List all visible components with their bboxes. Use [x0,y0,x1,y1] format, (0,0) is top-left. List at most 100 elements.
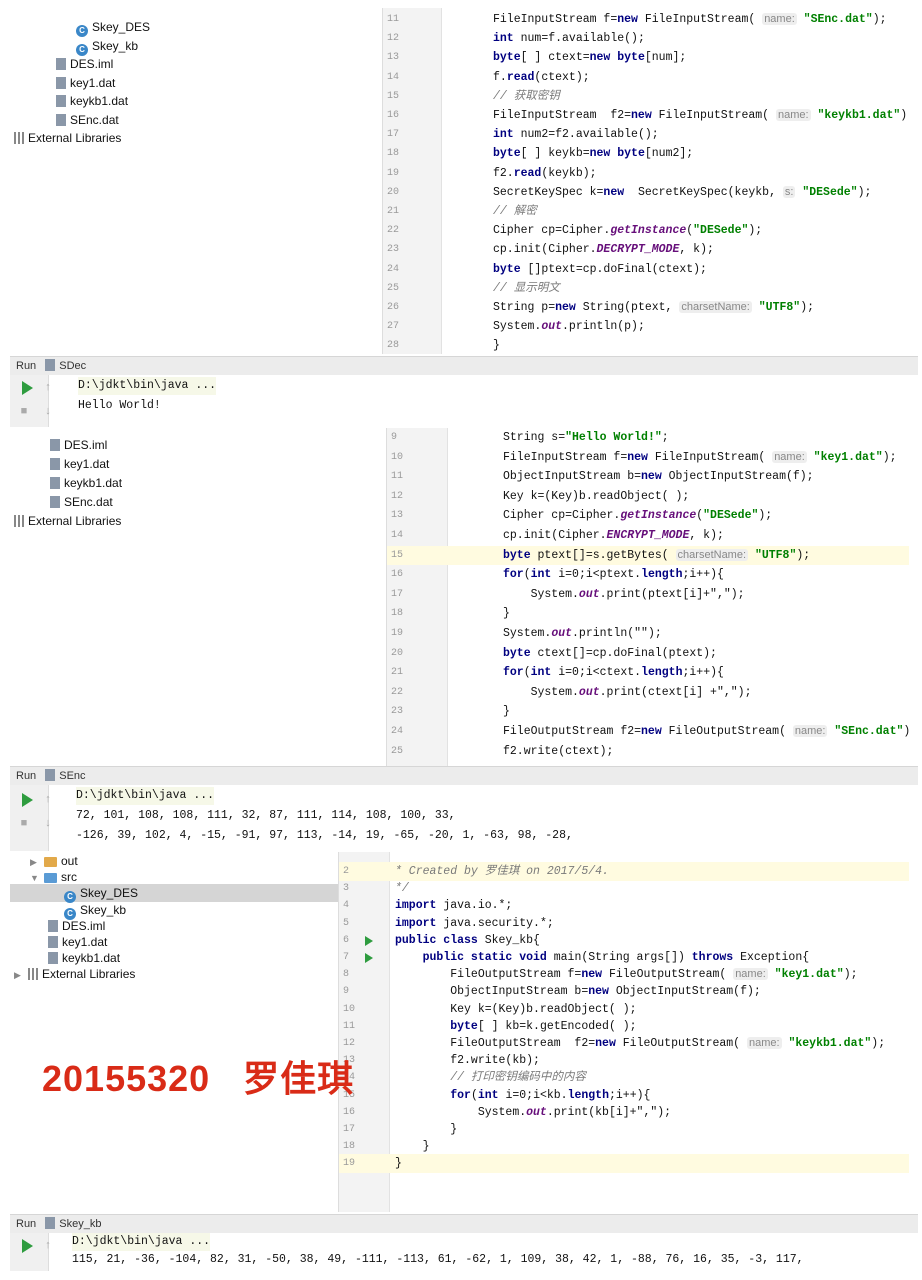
up-arrow-icon[interactable]: ↑ [42,381,54,393]
line-number: 3 [343,883,350,895]
tree-item[interactable]: keykb1.dat [50,474,122,492]
expand-arrow-icon[interactable]: ▶ [14,966,24,984]
code-line[interactable]: 18} [387,604,909,623]
code-line[interactable]: 16 for(int i=0;i<ptext.length;i++){ [387,565,909,584]
code-line[interactable]: 20 SecretKeySpec k=new SecretKeySpec(keyk… [383,183,909,202]
code-token: FileInputStream f= [493,13,618,26]
code-line[interactable]: 11 ObjectInputStream b=new ObjectInputStr… [387,467,909,486]
code-line[interactable]: 2 * Created by 罗佳琪 on 2017/5/4. [339,862,909,881]
tree-item[interactable]: C Skey_kb [76,37,138,56]
code-line[interactable]: 14 f.read(ctext); [383,68,909,87]
code-editor-skey-kb[interactable]: 2 * Created by 罗佳琪 on 2017/5/4. 3 */ 4 import… [338,852,909,1212]
code-line[interactable]: 14 cp.init(Cipher.ENCRYPT_MODE, k); [387,526,909,545]
code-line[interactable]: 21 // 解密 [383,202,909,221]
line-number: 13 [391,510,404,522]
code-line[interactable]: 13 f2.write(kb); [339,1051,909,1070]
tree-item[interactable]: External Libraries [14,129,121,147]
tree-item[interactable]: key1.dat [50,455,109,473]
code-line[interactable]: 8 FileOutputStream f=new FileOutputStrea… [339,965,909,984]
code-line[interactable]: 12 FileOutputStream f2=new FileOutputStr… [339,1034,909,1053]
code-token: "DESede" [703,509,759,523]
code-line[interactable]: 18 byte[ ] keykb=new byte[num2]; [383,144,909,163]
tree-item[interactable]: SEnc.dat [50,493,113,511]
code-line[interactable]: 7 public static void main(String args[])… [339,948,909,967]
down-arrow-icon[interactable]: ↓ [42,405,54,417]
code-line[interactable]: 12 Key k=(Key)b.readObject( ); [387,487,909,506]
tree-item[interactable]: DES.iml [56,55,113,73]
code-editor-sdec[interactable]: 11 FileInputStream f=new FileInputStream(… [382,8,909,354]
code-line[interactable]: 19} [339,1154,909,1174]
code-line[interactable]: 11 FileInputStream f=new FileInputStream(… [383,10,909,29]
up-arrow-icon[interactable]: ↑ [42,793,54,805]
code-line[interactable]: 9 ObjectInputStream b=new ObjectInputStr… [339,982,909,1001]
tree-item[interactable]: keykb1.dat [56,92,128,110]
code-token: new [588,985,609,999]
code-line[interactable]: 23 cp.init(Cipher.DECRYPT_MODE, k); [383,240,909,259]
stop-icon[interactable]: ■ [18,817,30,829]
code-line[interactable]: 9 String s="Hello World!"; [387,428,909,447]
code-line[interactable]: 15 byte ptext[]=s.getBytes( charsetName: … [387,545,909,565]
code-line[interactable]: 22 Cipher cp=Cipher.getInstance("DESede")… [383,221,909,240]
tree-item[interactable]: key1.dat [56,74,115,92]
rerun-icon[interactable] [22,793,33,807]
code-token: ); [882,450,897,464]
code-line[interactable]: 20 byte ctext[]=cp.doFinal(ptext); [387,644,909,663]
tree-item[interactable]: C Skey_DES [76,18,150,37]
code-line[interactable]: 11 byte[ ] kb=k.getEncoded( ); [339,1017,909,1036]
stop-icon[interactable]: ■ [18,405,30,417]
code-line[interactable]: 17 int num2=f2.available(); [383,125,909,144]
code-line[interactable]: 19 f2.read(keykb); [383,164,909,183]
code-line[interactable]: 25 // 显示明文 [383,279,909,298]
code-line[interactable]: 5 import java.security.*; [339,914,909,933]
line-number: 24 [391,726,404,737]
code-token: System. [493,320,542,334]
code-line[interactable]: 17 System.out.print(ptext[i]+","); [387,585,909,604]
file-icon [56,113,66,126]
run-gutter-icon[interactable] [365,953,373,963]
code-line[interactable]: 21 for(int i=0;i<ctext.length;i++){ [387,663,909,682]
run-tab-sdec[interactable]: SDec [45,357,86,375]
console-command: D:\jdkt\bin\java ... [76,787,215,805]
down-arrow-icon[interactable]: ↓ [42,817,54,829]
code-line[interactable]: 26 String p=new String(ptext, charsetName… [383,298,909,317]
code-line[interactable]: 4 import java.io.*; [339,896,909,915]
code-line[interactable]: 22 System.out.print(ctext[i] +","); [387,683,909,702]
code-line[interactable]: 16 FileInputStream f2=new FileInputStream… [383,106,909,125]
tree-item[interactable]: ▶ External Libraries [14,965,135,983]
code-line[interactable]: 28} [383,336,909,354]
rerun-icon[interactable] [22,381,33,395]
code-line[interactable]: 16 System.out.print(kb[i]+","); [339,1103,909,1122]
code-line[interactable]: 3 */ [339,879,909,898]
tree-item[interactable]: SEnc.dat [56,111,119,129]
tree-item[interactable]: External Libraries [14,512,121,530]
code-line[interactable]: 10 Key k=(Key)b.readObject( ); [339,1000,909,1019]
up-arrow-icon[interactable]: ↑ [42,1239,54,1251]
code-editor-senc[interactable]: 9 String s="Hello World!"; 10 FileInputStre… [386,428,909,766]
run-gutter-icon[interactable] [365,935,373,946]
code-line[interactable]: 15 // 获取密钥 [383,87,909,106]
code-line[interactable]: 18 } [339,1137,909,1156]
code-line[interactable]: 19 System.out.println(""); [387,624,909,643]
code-line[interactable]: 6 public class Skey_kb{ [339,931,909,950]
code-line[interactable]: 14 // 打印密钥编码中的内容 [339,1068,909,1087]
code-line[interactable]: 23} [387,702,909,721]
code-text: // 获取密钥 [493,87,560,106]
run-tab-skey-kb[interactable]: Skey_kb [45,1215,101,1233]
code-line[interactable]: 12 int num=f.available(); [383,29,909,48]
code-line[interactable]: 24 byte []ptext=cp.doFinal(ctext); [383,260,909,279]
code-line[interactable]: 17 } [339,1120,909,1139]
code-line[interactable]: 13 byte[ ] ctext=new byte[num]; [383,48,909,67]
tree-item[interactable]: C Skey_DES [10,884,338,904]
code-line[interactable]: 10 FileInputStream f=new FileInputStream(… [387,448,909,467]
run-tab-senc[interactable]: SEnc [45,767,86,785]
rerun-icon[interactable] [22,1239,33,1253]
code-line[interactable]: 27 System.out.println(p); [383,317,909,336]
code-line[interactable]: 24 FileOutputStream f2=new FileOutputStre… [387,722,909,741]
code-line[interactable]: 13 Cipher cp=Cipher.getInstance("DESede")… [387,506,909,525]
code-token: ); [903,725,909,738]
code-token: i=0;i<kb. [498,1088,568,1102]
code-line[interactable]: 25 f2.write(ctext); [387,742,909,761]
code-line[interactable]: 15 for(int i=0;i<kb.length;i++){ [339,1086,909,1105]
tree-item[interactable]: DES.iml [50,436,107,454]
